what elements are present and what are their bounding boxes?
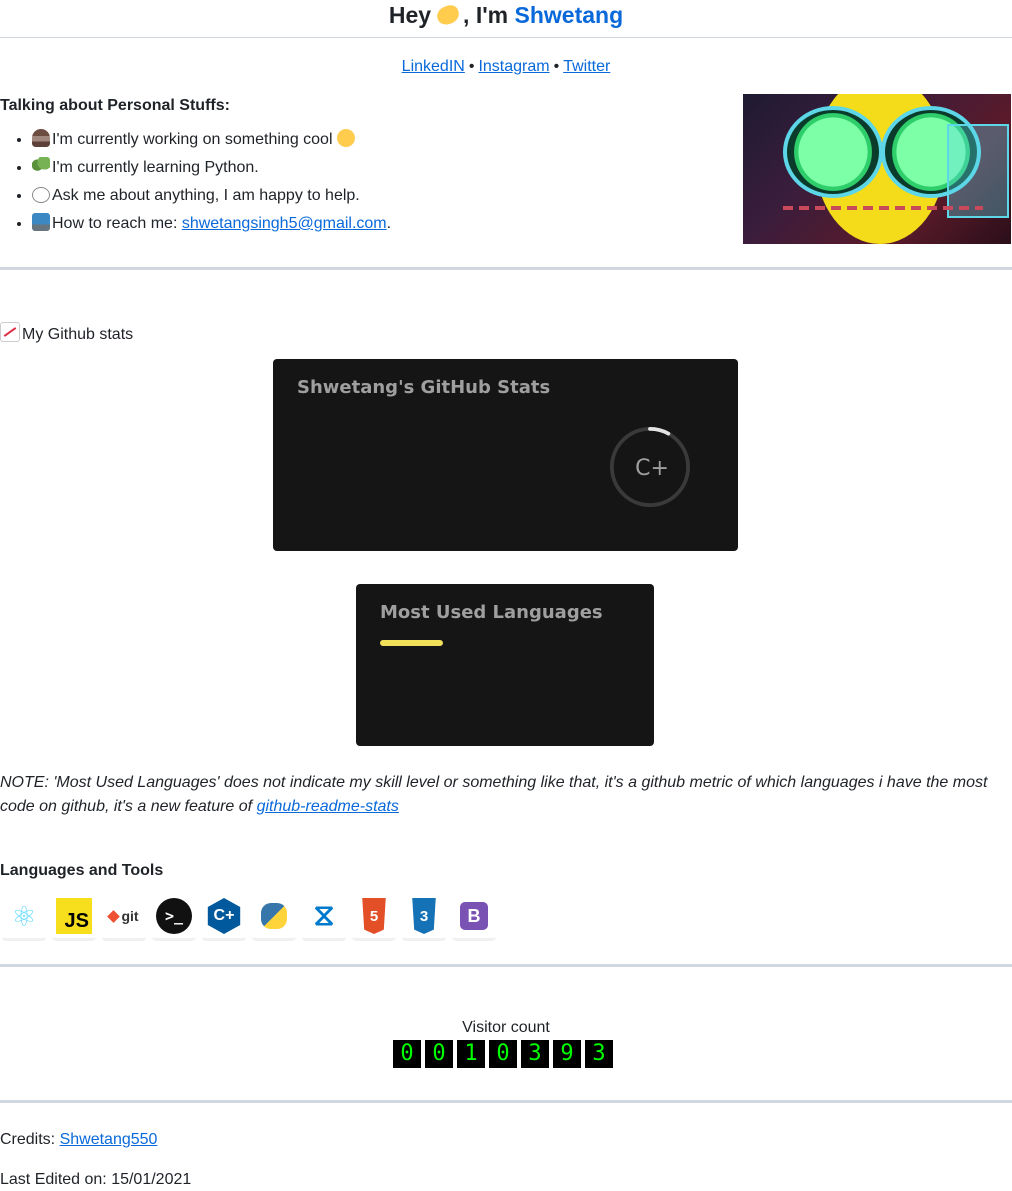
tool-html5[interactable]: 5 <box>352 896 396 941</box>
counter-digit: 0 <box>393 1040 421 1068</box>
counter-digit: 3 <box>585 1040 613 1068</box>
git-wordmark: git <box>121 908 139 924</box>
html5-icon: 5 <box>362 898 386 934</box>
tool-cplusplus[interactable]: C+ <box>202 896 246 941</box>
tool-css3[interactable]: 3 <box>402 896 446 941</box>
react-icon: ⚛ <box>11 900 37 932</box>
terminal-icon: >_ <box>156 898 192 934</box>
list-item: I'm currently learning Python. <box>32 154 391 182</box>
im-text: , I'm <box>463 2 509 28</box>
linkedin-link[interactable]: LinkedIN <box>402 58 465 75</box>
separator-dot: • <box>553 58 560 75</box>
list-item-suffix: . <box>386 215 392 232</box>
section-divider <box>0 267 1012 270</box>
coder-emoji-icon <box>32 129 50 147</box>
github-stats-heading-text: My Github stats <box>22 326 134 343</box>
counter-digit: 1 <box>457 1040 485 1068</box>
tool-bootstrap[interactable]: B <box>452 896 496 941</box>
languages-card-title: Most Used Languages <box>380 602 603 623</box>
mailbox-emoji-icon <box>32 213 50 231</box>
list-item: I'm currently working on something cool <box>32 126 391 154</box>
section-divider <box>0 1100 1012 1103</box>
cplusplus-icon: C+ <box>207 898 241 934</box>
winking-face-icon <box>336 129 355 147</box>
counter-digit: 0 <box>425 1040 453 1068</box>
rank-grade: C+ <box>635 456 669 481</box>
list-item-text: I'm currently working on something cool <box>52 131 333 148</box>
coding-animation-image <box>743 94 1011 244</box>
tools-row: ⚛ JS git >_ C+ ⧖ 5 3 B <box>2 896 502 941</box>
list-item-text: Ask me about anything, I am happy to hel… <box>52 187 360 204</box>
last-edited-text: Last Edited on: 15/01/2021 <box>0 1171 192 1188</box>
list-item: How to reach me: shwetangsingh5@gmail.co… <box>32 210 391 238</box>
chart-increasing-icon <box>0 322 20 342</box>
language-bar <box>380 640 443 646</box>
tool-python[interactable] <box>252 896 296 941</box>
tool-javascript[interactable]: JS <box>52 896 96 941</box>
github-stats-heading: My Github stats <box>0 322 133 344</box>
section-divider <box>0 964 1012 967</box>
credits: Credits: Shwetang550 <box>0 1131 157 1149</box>
python-icon <box>261 903 287 929</box>
name-text: Shwetang <box>514 2 624 28</box>
credits-label: Credits: <box>0 1131 60 1148</box>
github-stats-card[interactable]: Shwetang's GitHub Stats C+ <box>273 359 738 551</box>
bootstrap-icon: B <box>460 902 488 930</box>
page-title: Hey , I'm Shwetang <box>0 2 1012 29</box>
tool-vscode[interactable]: ⧖ <box>302 896 346 941</box>
title-divider <box>0 37 1012 38</box>
visitor-counter: 0 0 1 0 3 9 3 <box>393 1040 617 1068</box>
most-used-languages-card[interactable]: Most Used Languages <box>356 584 654 746</box>
note-paragraph: NOTE: 'Most Used Languages' does not ind… <box>0 771 1012 819</box>
personal-heading: Talking about Personal Stuffs: <box>0 97 230 114</box>
speech-bubble-emoji-icon <box>32 187 50 203</box>
visitor-count-label: Visitor count <box>462 1019 550 1036</box>
greeting-text: Hey <box>388 2 432 28</box>
instagram-link[interactable]: Instagram <box>478 58 549 75</box>
credits-link[interactable]: Shwetang550 <box>60 1131 158 1148</box>
email-link[interactable]: shwetangsingh5@gmail.com <box>182 215 387 232</box>
note-text: NOTE: 'Most Used Languages' does not ind… <box>0 774 988 815</box>
counter-digit: 0 <box>489 1040 517 1068</box>
tool-terminal[interactable]: >_ <box>152 896 196 941</box>
hologram-panel <box>947 124 1009 218</box>
stats-card-title: Shwetang's GitHub Stats <box>297 377 551 398</box>
social-links: LinkedIN • Instagram • Twitter <box>0 58 1012 76</box>
vscode-icon: ⧖ <box>313 899 335 932</box>
goggle-left <box>783 106 883 198</box>
list-item-text: I'm currently learning Python. <box>52 159 259 176</box>
twitter-link[interactable]: Twitter <box>563 58 610 75</box>
github-readme-stats-link[interactable]: github-readme-stats <box>257 798 399 815</box>
waving-hand-icon <box>434 3 462 27</box>
tool-git[interactable]: git <box>102 896 146 941</box>
counter-digit: 9 <box>553 1040 581 1068</box>
css3-icon: 3 <box>412 898 436 934</box>
tool-react[interactable]: ⚛ <box>2 896 46 941</box>
personal-list: I'm currently working on something cool … <box>0 126 391 238</box>
counter-digit: 3 <box>521 1040 549 1068</box>
dashed-line <box>783 206 983 210</box>
separator-dot: • <box>468 58 475 75</box>
javascript-icon: JS <box>56 898 92 934</box>
seedling-emoji-icon <box>32 157 50 175</box>
list-item: Ask me about anything, I am happy to hel… <box>32 182 391 210</box>
tools-heading: Languages and Tools <box>0 862 164 879</box>
git-diamond <box>107 909 121 923</box>
list-item-text: How to reach me: <box>52 215 182 232</box>
git-icon: git <box>106 898 142 934</box>
